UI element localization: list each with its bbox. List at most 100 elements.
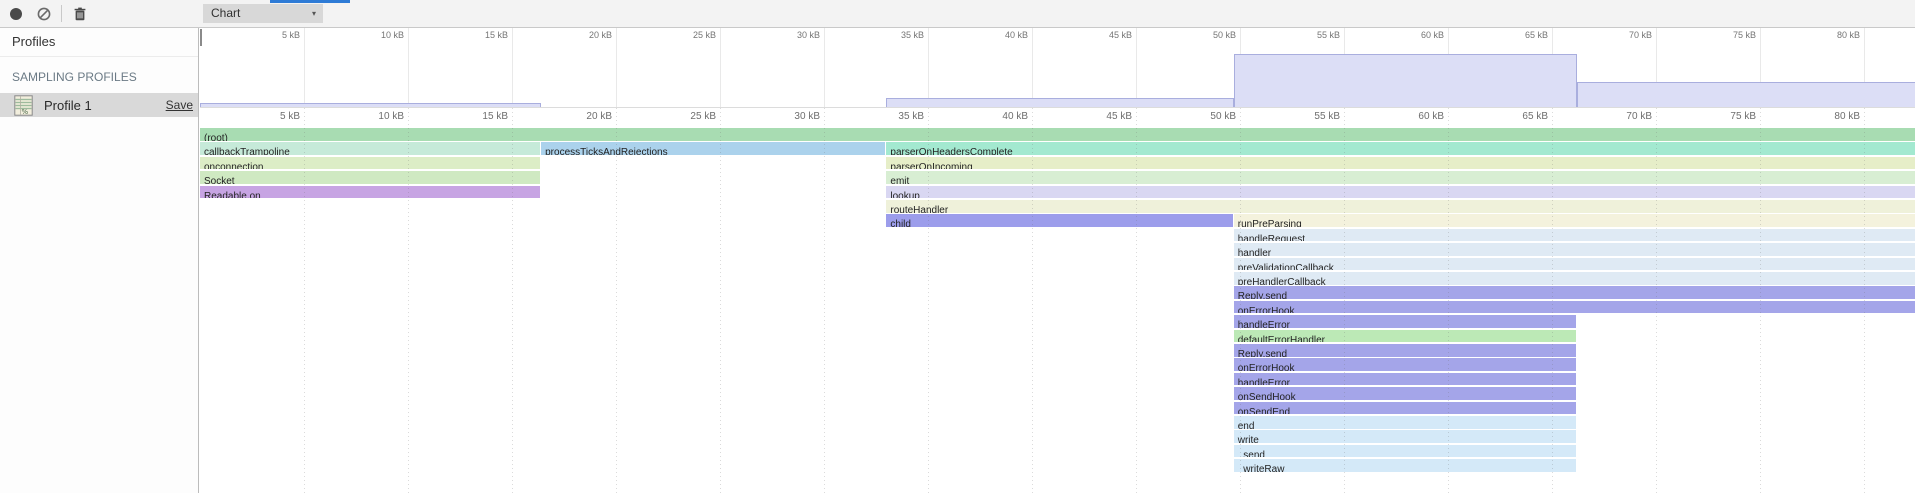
flame-bar[interactable]: onconnection xyxy=(200,157,540,170)
flame-tick-label: 45 kB xyxy=(1076,111,1132,122)
flame-bar-label: Socket xyxy=(200,176,235,184)
flame-bar-label: onSendEnd xyxy=(1234,407,1290,415)
overview-tick-label: 60 kB xyxy=(1388,30,1444,40)
flame-bar[interactable]: (root) xyxy=(200,128,1915,141)
flame-bar-label: lookup xyxy=(886,191,919,199)
flame-bar[interactable]: Reply.send xyxy=(1234,344,1576,357)
overview-area-segment xyxy=(1234,54,1577,107)
overview-gridline xyxy=(408,28,409,107)
flame-bar-label: Readable.on xyxy=(200,191,261,199)
flame-bar[interactable]: callbackTrampoline xyxy=(200,142,540,155)
overview-tick-label: 5 kB xyxy=(244,30,300,40)
overview-gridline xyxy=(1136,28,1137,107)
dropdown-arrow-icon: ▾ xyxy=(312,4,316,23)
overview-tick-label: 65 kB xyxy=(1492,30,1548,40)
svg-text:%: % xyxy=(22,108,29,116)
sidebar-item-profile-1[interactable]: % Profile 1 Save xyxy=(0,93,198,117)
flame-bar-label: (root) xyxy=(200,133,228,141)
flame-tick-label: 40 kB xyxy=(972,111,1028,122)
flame-tick-label: 25 kB xyxy=(660,111,716,122)
flame-tick-label: 5 kB xyxy=(244,111,300,122)
flame-bar-label: end xyxy=(1234,421,1255,429)
flame-bar[interactable]: emit xyxy=(886,171,1915,184)
flame-bar-label: _writeRaw xyxy=(1234,464,1285,472)
profiles-header: Profiles xyxy=(0,28,198,57)
flame-bar-label: defaultErrorHandler xyxy=(1234,335,1325,343)
flame-tick-label: 35 kB xyxy=(868,111,924,122)
overview-gridline xyxy=(928,28,929,107)
save-link[interactable]: Save xyxy=(166,98,193,112)
flame-bar[interactable]: parserOnIncoming xyxy=(886,157,1915,170)
flame-tick-label: 10 kB xyxy=(348,111,404,122)
overview-gridline xyxy=(824,28,825,107)
sidebar: Profiles SAMPLING PROFILES % Profile 1 S… xyxy=(0,28,199,493)
clear-button[interactable] xyxy=(37,7,51,21)
overview-tick-label: 75 kB xyxy=(1700,30,1756,40)
overview-gridline xyxy=(304,28,305,107)
flame-bar[interactable]: processTicksAndRejections xyxy=(541,142,885,155)
flame-bar[interactable]: Readable.on xyxy=(200,186,540,199)
flame-bar[interactable]: Socket xyxy=(200,171,540,184)
profile-name: Profile 1 xyxy=(44,98,166,113)
flame-bar-label: handler xyxy=(1234,248,1271,256)
overview-tick-label: 50 kB xyxy=(1180,30,1236,40)
flame-bar[interactable]: end xyxy=(1234,416,1576,429)
flame-bar-label: emit xyxy=(886,176,909,184)
delete-profile-button[interactable] xyxy=(73,7,87,21)
flame-bar-label: parserOnIncoming xyxy=(886,162,972,170)
flame-bar[interactable]: Reply.send xyxy=(1234,286,1915,299)
flame-bar[interactable]: _writeRaw xyxy=(1234,459,1576,472)
record-button[interactable] xyxy=(9,7,23,21)
flame-bar-label: write_ xyxy=(1234,435,1265,443)
flame-bar-label: _send xyxy=(1234,450,1265,458)
flame-bar-label: parserOnHeadersComplete xyxy=(886,147,1012,155)
overview-tick-label: 30 kB xyxy=(764,30,820,40)
flame-bar[interactable]: preHandlerCallback xyxy=(1234,272,1915,285)
flame-bar[interactable]: preValidationCallback xyxy=(1234,258,1915,271)
flame-bar[interactable]: onSendEnd xyxy=(1234,402,1576,415)
block-icon xyxy=(37,7,51,21)
view-mode-select[interactable]: Chart ▾ xyxy=(203,4,323,23)
flame-bar[interactable]: write_ xyxy=(1234,430,1576,443)
flame-bar[interactable]: handleError xyxy=(1234,315,1576,328)
flame-bar[interactable]: onErrorHook xyxy=(1234,301,1915,314)
flame-bar-label: processTicksAndRejections xyxy=(541,147,667,155)
flame-bar[interactable]: parserOnHeadersComplete xyxy=(886,142,1915,155)
flame-bar-label: Reply.send xyxy=(1234,291,1287,299)
flame-tick-label: 50 kB xyxy=(1180,111,1236,122)
overview-gridline xyxy=(1032,28,1033,107)
record-icon xyxy=(9,7,23,21)
flame-tick-label: 70 kB xyxy=(1596,111,1652,122)
chart-main-area: 5 kB10 kB15 kB20 kB25 kB30 kB35 kB40 kB4… xyxy=(200,28,1915,493)
flame-bar[interactable]: onSendHook xyxy=(1234,387,1576,400)
flame-tick-label: 80 kB xyxy=(1804,111,1860,122)
overview-pane[interactable]: 5 kB10 kB15 kB20 kB25 kB30 kB35 kB40 kB4… xyxy=(200,28,1915,108)
flame-bar[interactable]: runPreParsing xyxy=(1234,214,1915,227)
flame-chart[interactable]: (root)callbackTrampolineprocessTicksAndR… xyxy=(200,126,1915,493)
flame-tick-label: 75 kB xyxy=(1700,111,1756,122)
flame-bar[interactable]: routeHandler xyxy=(886,200,1915,213)
overview-area-segment xyxy=(886,98,1233,107)
flame-bar-label: handleError xyxy=(1234,378,1290,386)
active-tab-indicator xyxy=(270,0,350,3)
flame-tick-label: 30 kB xyxy=(764,111,820,122)
flame-tick-label: 15 kB xyxy=(452,111,508,122)
flame-bar[interactable]: defaultErrorHandler xyxy=(1234,330,1576,343)
memory-profiler-panel: Chart ▾ Profiles SAMPLING PROFILES % Pro… xyxy=(0,0,1915,493)
overview-tick-label: 55 kB xyxy=(1284,30,1340,40)
overview-tick-label: 25 kB xyxy=(660,30,716,40)
flame-bar[interactable]: lookup xyxy=(886,186,1915,199)
flame-bar-label: Reply.send xyxy=(1234,349,1287,357)
flame-bar[interactable]: child xyxy=(886,214,1232,227)
flame-bar[interactable]: handler xyxy=(1234,243,1915,256)
flame-bar[interactable]: handleError xyxy=(1234,373,1576,386)
flame-bar[interactable]: handleRequest xyxy=(1234,229,1915,242)
flame-tick-label: 60 kB xyxy=(1388,111,1444,122)
overview-tick-label: 70 kB xyxy=(1596,30,1652,40)
toolbar-divider xyxy=(61,5,62,22)
flame-bar[interactable]: onErrorHook xyxy=(1234,358,1576,371)
overview-drag-handle[interactable] xyxy=(200,29,202,46)
overview-area-segment xyxy=(1577,82,1915,107)
overview-tick-label: 35 kB xyxy=(868,30,924,40)
flame-bar[interactable]: _send xyxy=(1234,445,1576,458)
